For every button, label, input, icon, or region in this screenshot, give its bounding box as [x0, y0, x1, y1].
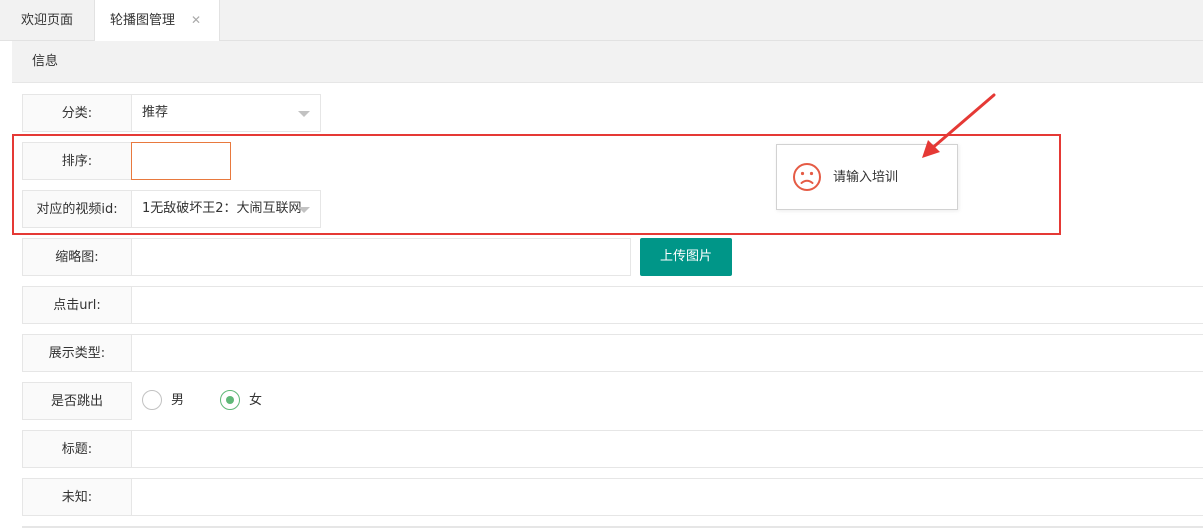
display-type-label: 展示类型: — [22, 334, 132, 372]
display-type-input[interactable] — [131, 334, 1203, 372]
section-header: 信息 — [12, 41, 1203, 83]
tab-carousel-label: 轮播图管理 — [110, 13, 176, 28]
click-url-label: 点击url: — [22, 286, 132, 324]
tab-carousel-management[interactable]: 轮播图管理 ✕ — [95, 0, 220, 42]
video-id-select[interactable]: 1无敌破坏王2：大闹互联网 — [131, 190, 321, 228]
tab-welcome[interactable]: 欢迎页面 — [0, 0, 95, 41]
thumbnail-label: 缩略图: — [22, 238, 132, 276]
arrow-icon — [922, 93, 996, 158]
unknown-label: 未知: — [22, 478, 132, 516]
sort-label: 排序: — [22, 142, 132, 180]
sad-face-icon — [793, 163, 821, 191]
category-value: 推荐 — [142, 105, 169, 120]
sort-input[interactable] — [131, 142, 231, 180]
upload-image-button[interactable]: 上传图片 — [640, 238, 732, 276]
radio-female[interactable] — [220, 390, 240, 410]
tab-welcome-label: 欢迎页面 — [20, 13, 73, 28]
thumbnail-input[interactable] — [131, 238, 631, 276]
close-icon[interactable]: ✕ — [191, 0, 201, 41]
unknown-input[interactable] — [131, 478, 1203, 516]
radio-male[interactable] — [142, 390, 162, 410]
radio-male-label[interactable]: 男 — [171, 391, 184, 411]
jump-label: 是否跳出 — [22, 382, 132, 420]
video-id-value: 1无敌破坏王2：大闹互联网 — [142, 201, 302, 216]
chevron-down-icon — [298, 111, 310, 117]
tab-bar: 欢迎页面 轮播图管理 ✕ — [0, 0, 1203, 42]
toast-message: 请输入培训 — [833, 170, 899, 185]
category-label: 分类: — [22, 94, 132, 132]
video-id-label: 对应的视频id: — [22, 190, 132, 228]
title-label: 标题: — [22, 430, 132, 468]
chevron-down-icon — [298, 207, 310, 213]
title-input[interactable] — [131, 430, 1203, 468]
category-select[interactable]: 推荐 — [131, 94, 321, 132]
section-title: 信息 — [32, 54, 59, 69]
click-url-input[interactable] — [131, 286, 1203, 324]
radio-female-label[interactable]: 女 — [249, 391, 262, 411]
